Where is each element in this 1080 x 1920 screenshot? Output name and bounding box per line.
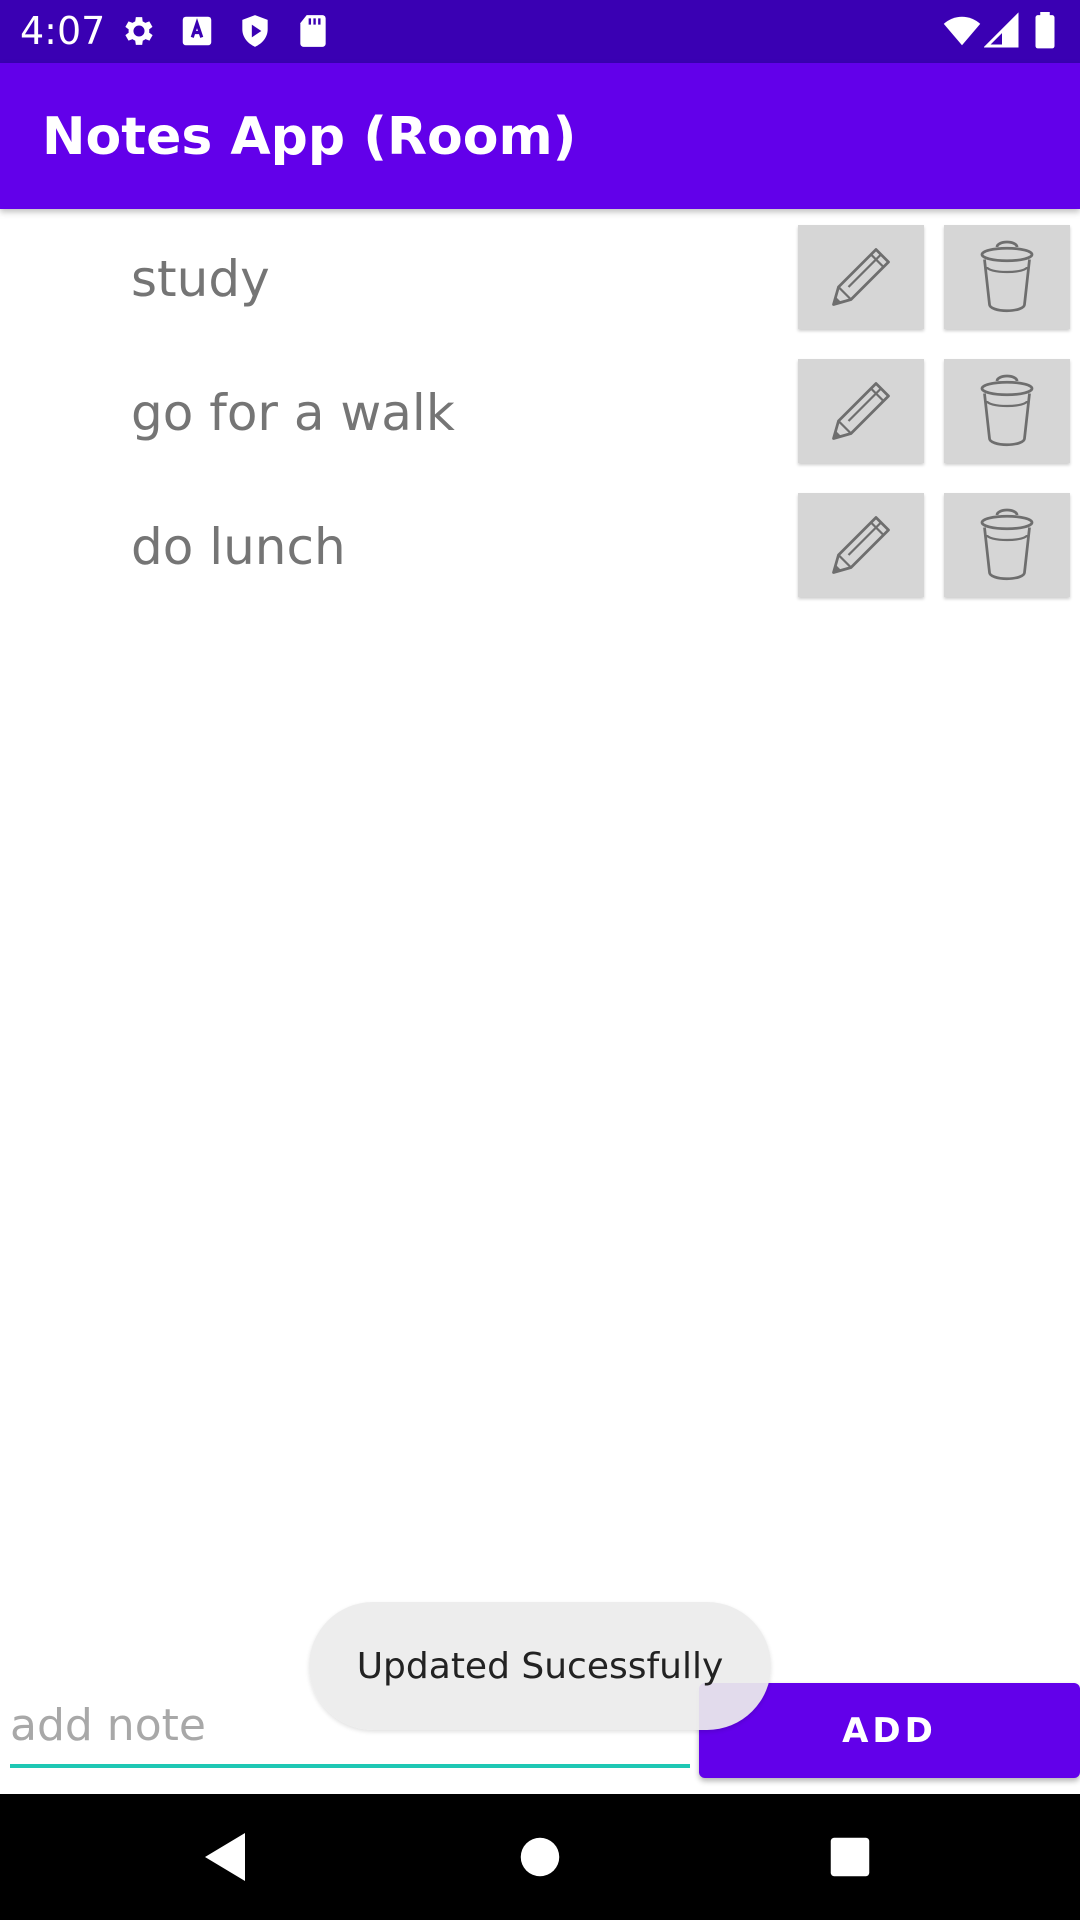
trash-icon bbox=[980, 374, 1034, 447]
list-item: go for a walk bbox=[0, 359, 1080, 493]
back-icon bbox=[205, 1833, 245, 1881]
edit-note-button[interactable] bbox=[798, 225, 924, 329]
status-time: 4:07 bbox=[20, 9, 106, 53]
list-item: do lunch bbox=[0, 493, 1080, 627]
toast-message: Updated Sucessfully bbox=[309, 1602, 771, 1730]
edit-note-button[interactable] bbox=[798, 359, 924, 463]
note-text: go for a walk bbox=[131, 384, 455, 442]
delete-note-button[interactable] bbox=[944, 359, 1070, 463]
home-button[interactable] bbox=[505, 1822, 575, 1892]
battery-icon bbox=[1032, 12, 1062, 50]
delete-note-button[interactable] bbox=[944, 225, 1070, 329]
status-bar: 4:07 bbox=[0, 0, 1080, 63]
play-protect-icon bbox=[236, 12, 274, 50]
home-icon bbox=[520, 1837, 560, 1877]
input-underline bbox=[10, 1764, 690, 1768]
app-bar: Notes App (Room) bbox=[0, 63, 1080, 209]
note-text: study bbox=[131, 250, 270, 308]
page-title: Notes App (Room) bbox=[42, 107, 577, 167]
pencil-icon bbox=[832, 248, 890, 306]
pencil-icon bbox=[832, 516, 890, 574]
back-button[interactable] bbox=[190, 1822, 260, 1892]
wifi-icon bbox=[942, 12, 981, 50]
trash-icon bbox=[980, 508, 1034, 581]
system-nav-bar bbox=[0, 1794, 1080, 1920]
settings-gear-icon bbox=[120, 12, 158, 50]
accessibility-a-icon bbox=[178, 12, 216, 50]
pencil-icon bbox=[832, 382, 890, 440]
sd-card-icon bbox=[294, 12, 332, 50]
trash-icon bbox=[980, 240, 1034, 313]
list-item: study bbox=[0, 225, 1080, 359]
recents-icon bbox=[830, 1837, 870, 1877]
note-text: do lunch bbox=[131, 518, 346, 576]
edit-note-button[interactable] bbox=[798, 493, 924, 597]
delete-note-button[interactable] bbox=[944, 493, 1070, 597]
recents-button[interactable] bbox=[815, 1822, 885, 1892]
cellular-signal-icon bbox=[983, 12, 1022, 50]
